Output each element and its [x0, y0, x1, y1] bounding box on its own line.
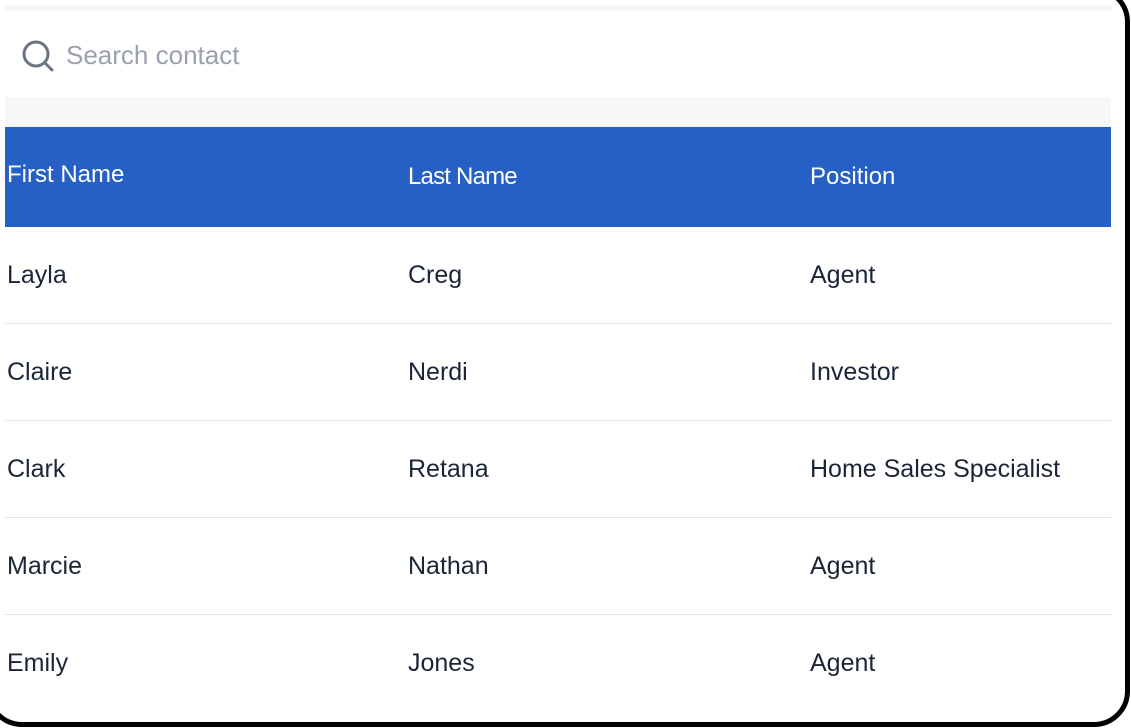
cell-position: Investor — [810, 358, 899, 386]
cell-last-name: Nerdi — [408, 358, 468, 386]
cell-first-name: Emily — [7, 649, 69, 677]
search-input[interactable] — [66, 35, 666, 75]
spacer-strip — [5, 97, 1111, 127]
column-header-first-name[interactable]: First Name — [7, 161, 124, 189]
cell-first-name: Clark — [7, 455, 66, 483]
cell-position: Agent — [810, 552, 876, 580]
cell-position: Agent — [810, 649, 876, 677]
cell-last-name: Jones — [408, 649, 475, 677]
contacts-card: First Name Last Name Position Layla Creg… — [5, 5, 1111, 707]
column-header-last-name[interactable]: Last Name — [408, 163, 518, 191]
cell-first-name: Marcie — [7, 552, 83, 580]
table-body: Layla Creg Agent Claire Nerdi Investor C… — [5, 227, 1111, 707]
table-row[interactable]: Marcie Nathan Agent — [5, 518, 1111, 615]
table-header: First Name Last Name Position — [5, 127, 1111, 227]
cell-first-name: Layla — [7, 261, 67, 289]
cell-position: Home Sales Specialist — [810, 455, 1061, 483]
table-row[interactable]: Clark Retana Home Sales Specialist — [5, 421, 1111, 518]
table-row[interactable]: Layla Creg Agent — [5, 227, 1111, 324]
cell-last-name: Nathan — [408, 552, 489, 580]
cell-position: Agent — [810, 261, 876, 289]
cell-last-name: Creg — [408, 261, 463, 289]
table-row[interactable]: Emily Jones Agent — [5, 615, 1111, 707]
window-frame: First Name Last Name Position Layla Creg… — [0, 0, 1130, 727]
search-bar — [5, 11, 1111, 97]
column-header-position[interactable]: Position — [810, 163, 895, 191]
cell-last-name: Retana — [408, 455, 489, 483]
cell-first-name: Claire — [7, 358, 73, 386]
table-row[interactable]: Claire Nerdi Investor — [5, 324, 1111, 421]
search-icon[interactable] — [21, 39, 55, 73]
